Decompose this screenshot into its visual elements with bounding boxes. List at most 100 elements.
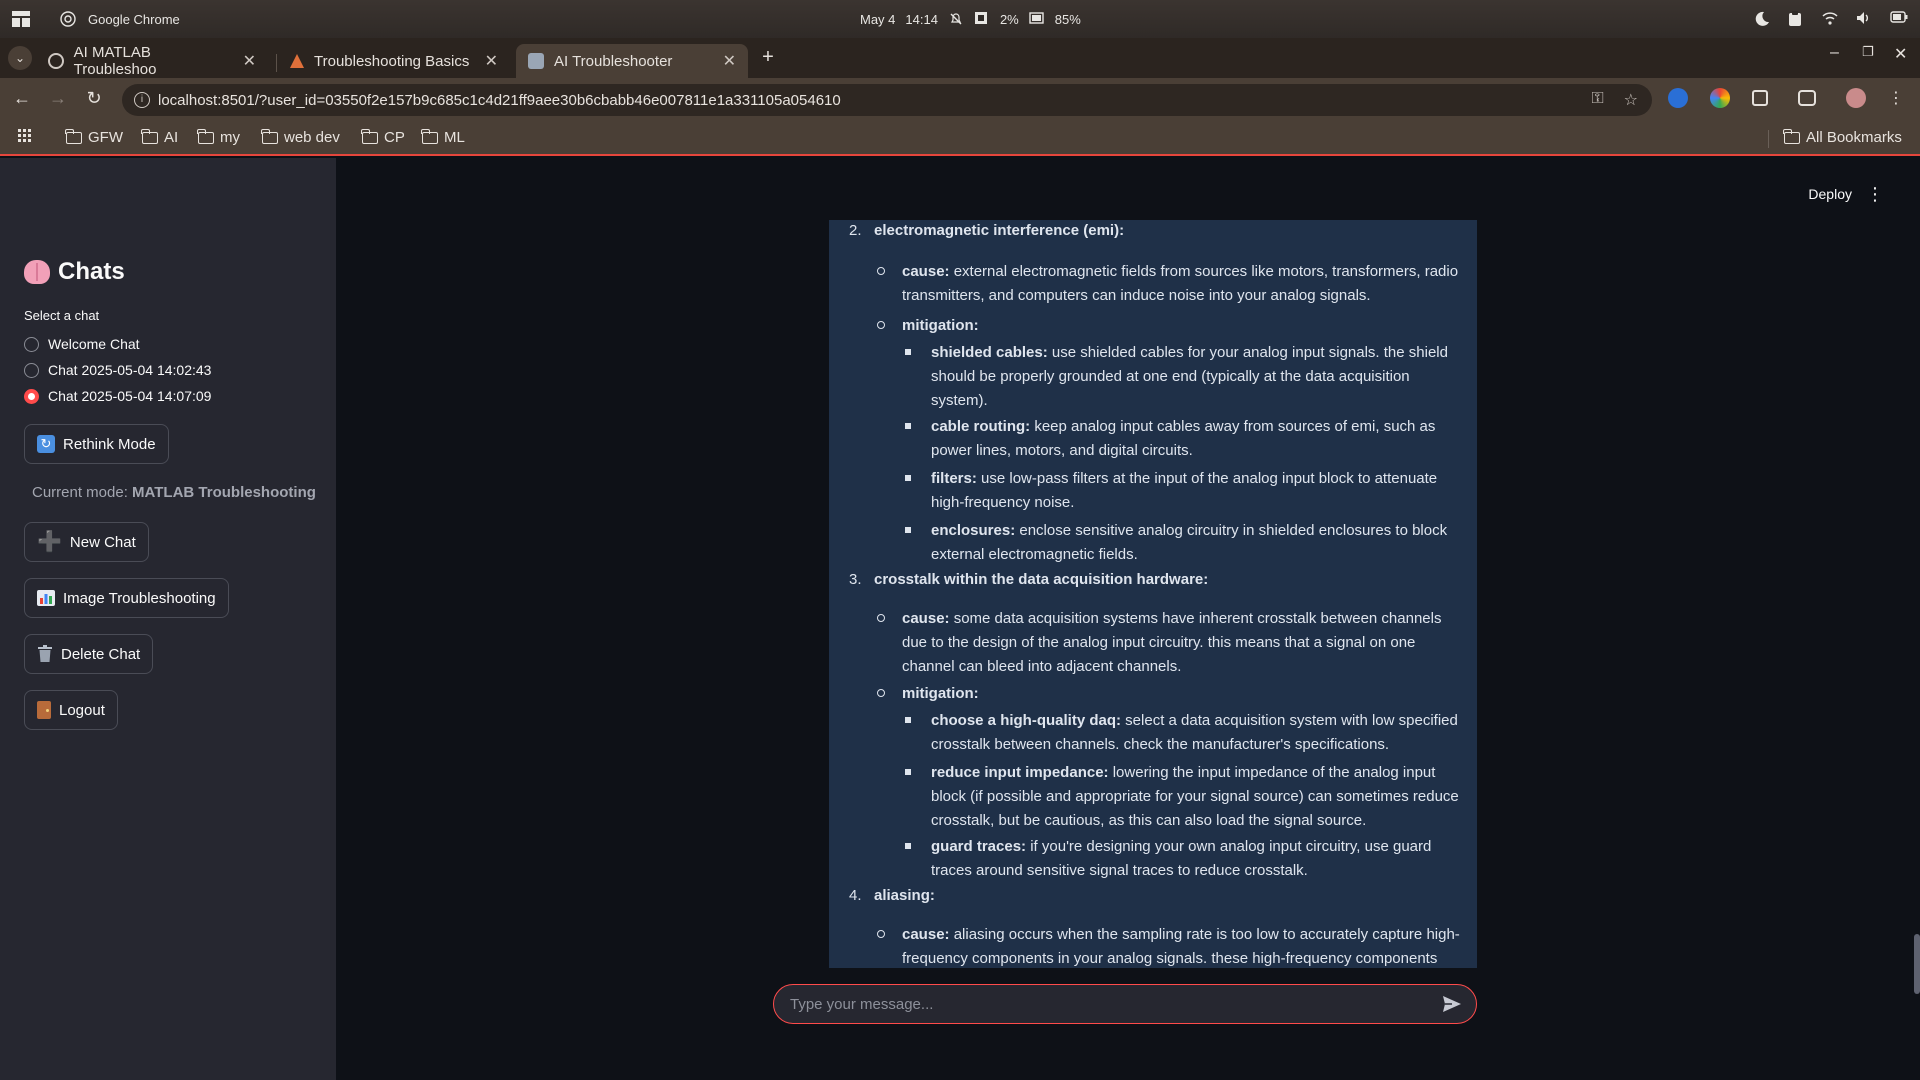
- bookmark-label: AI: [164, 129, 179, 146]
- circle-bullet-icon: [877, 321, 885, 329]
- tab-search-icon[interactable]: ⌄: [8, 46, 32, 70]
- folder-icon: [141, 128, 158, 144]
- clipboard-icon[interactable]: [1788, 11, 1804, 27]
- tab-troubleshooting-basics[interactable]: Troubleshooting Basics ✕: [278, 44, 510, 78]
- extensions-area: ⋮: [1668, 88, 1904, 108]
- robot-icon: [528, 53, 544, 69]
- circle-bullet-icon: [877, 689, 885, 697]
- bookmark-ai[interactable]: AI: [141, 128, 179, 146]
- media-cast-icon[interactable]: [1798, 90, 1816, 106]
- list-item: mitigation:: [902, 682, 1462, 706]
- item-text: keep analog input cables away from sourc…: [1030, 418, 1436, 435]
- address-bar[interactable]: i localhost:8501/?user_id=03550f2e157b9c…: [122, 84, 1652, 116]
- item-text: some data acquisition systems have inher…: [949, 610, 1442, 627]
- bookmark-gfw[interactable]: GFW: [65, 128, 123, 146]
- item-text: use shielded cables for your analog inpu…: [1047, 344, 1448, 361]
- delete-chat-button[interactable]: Delete Chat: [24, 634, 154, 674]
- radio-selected-icon[interactable]: [24, 388, 39, 404]
- list-item: cause: some data acquisition systems hav…: [902, 607, 1462, 631]
- logout-button[interactable]: Logout: [24, 690, 118, 730]
- brain-icon: [24, 260, 50, 284]
- night-mode-icon[interactable]: [1754, 11, 1770, 27]
- chat-option-welcome[interactable]: Welcome Chat: [24, 336, 140, 352]
- power-battery-icon[interactable]: [1890, 11, 1908, 27]
- bookmark-label: web dev: [284, 129, 340, 146]
- button-label: Delete Chat: [61, 645, 141, 663]
- browser-menu-icon[interactable]: ⋮: [1888, 88, 1904, 108]
- folder-icon: [361, 128, 378, 144]
- tab-ai-troubleshooter[interactable]: AI Troubleshooter ✕: [516, 44, 748, 78]
- list-item-continued: high-frequency noise.: [931, 494, 1075, 511]
- app-name[interactable]: Google Chrome: [88, 12, 180, 27]
- extension-color-icon[interactable]: [1710, 88, 1730, 108]
- tab-ai-matlab[interactable]: AI MATLAB Troubleshoo ✕: [36, 44, 268, 78]
- close-tab-icon[interactable]: ✕: [723, 51, 736, 71]
- radio-unselected-icon[interactable]: [24, 362, 39, 378]
- current-mode-value: MATLAB Troubleshooting: [132, 484, 316, 501]
- chat-option-2[interactable]: Chat 2025-05-04 14:07:09: [24, 388, 211, 404]
- section-heading: electromagnetic interference (emi):: [874, 222, 1125, 239]
- chat-input-container[interactable]: [773, 984, 1477, 1024]
- bookmark-cp[interactable]: CP: [361, 128, 405, 146]
- password-key-icon[interactable]: ⚿: [1591, 90, 1603, 110]
- close-tab-icon[interactable]: ✕: [243, 51, 256, 71]
- site-info-icon[interactable]: i: [134, 92, 150, 108]
- matlab-icon: [290, 54, 304, 68]
- bookmark-web-dev[interactable]: web dev: [261, 128, 340, 146]
- reload-icon[interactable]: ↻: [82, 88, 106, 109]
- battery-level: 85%: [1054, 11, 1081, 27]
- send-icon[interactable]: [1442, 995, 1462, 1013]
- deploy-button[interactable]: Deploy: [1808, 186, 1852, 202]
- activities-icon[interactable]: [12, 11, 30, 27]
- item-text: lowering the input impedance of the anal…: [1108, 764, 1436, 781]
- radio-unselected-icon[interactable]: [24, 336, 39, 352]
- item-text: select a data acquisition system with lo…: [1121, 712, 1458, 729]
- item-label: cause:: [902, 610, 950, 627]
- tab-label: AI Troubleshooter: [554, 52, 673, 70]
- rethink-mode-button[interactable]: ↻ Rethink Mode: [24, 424, 169, 464]
- all-bookmarks[interactable]: All Bookmarks: [1783, 128, 1902, 146]
- image-troubleshooting-button[interactable]: Image Troubleshooting: [24, 578, 229, 618]
- new-tab-icon[interactable]: +: [756, 46, 780, 69]
- list-number: 3.: [849, 571, 862, 588]
- folder-icon: [197, 128, 214, 144]
- list-item: cable routing: keep analog input cables …: [931, 415, 1477, 439]
- close-tab-icon[interactable]: ✕: [485, 51, 498, 71]
- bookmark-my[interactable]: my: [197, 128, 240, 146]
- extension-blue-icon[interactable]: [1668, 88, 1688, 108]
- chat-option-1[interactable]: Chat 2025-05-04 14:02:43: [24, 362, 211, 378]
- close-window-icon[interactable]: ✕: [1894, 44, 1907, 64]
- main-menu-icon[interactable]: ⋮: [1866, 184, 1884, 205]
- item-text: if you're designing your own analog inpu…: [1026, 838, 1432, 855]
- extensions-puzzle-icon[interactable]: [1752, 90, 1768, 106]
- back-icon[interactable]: ←: [10, 88, 34, 109]
- date[interactable]: May 4: [860, 12, 895, 27]
- bookmark-label: ML: [444, 129, 465, 146]
- wifi-icon[interactable]: [1822, 11, 1838, 27]
- minimize-icon[interactable]: –: [1830, 44, 1839, 62]
- time[interactable]: 14:14: [905, 12, 938, 27]
- item-label: filters:: [931, 470, 977, 487]
- apps-grid-icon[interactable]: [18, 129, 32, 143]
- url-text[interactable]: localhost:8501/?user_id=03550f2e157b9c68…: [158, 92, 841, 109]
- profile-avatar[interactable]: [1846, 88, 1866, 108]
- list-item-continued: channel can bleed into adjacent channels…: [902, 658, 1182, 675]
- list-item: shielded cables: use shielded cables for…: [931, 341, 1477, 365]
- item-label: shielded cables:: [931, 344, 1048, 361]
- restore-icon[interactable]: ❐: [1862, 44, 1874, 60]
- tab-label: Troubleshooting Basics: [314, 52, 470, 70]
- bookmark-star-icon[interactable]: ☆: [1624, 90, 1638, 110]
- bookmark-ml[interactable]: ML: [421, 128, 465, 146]
- plus-icon: ➕: [37, 531, 62, 553]
- button-label: Rethink Mode: [63, 435, 156, 453]
- forward-icon[interactable]: →: [46, 88, 70, 109]
- list-item: mitigation:: [902, 314, 1462, 338]
- item-text: aliasing occurs when the sampling rate i…: [949, 926, 1460, 943]
- section-heading: aliasing:: [874, 887, 935, 904]
- chat-input[interactable]: [790, 993, 1420, 1015]
- scrollbar[interactable]: [1914, 934, 1920, 994]
- volume-icon[interactable]: [1856, 11, 1872, 27]
- button-label: Image Troubleshooting: [63, 589, 216, 607]
- new-chat-button[interactable]: ➕ New Chat: [24, 522, 149, 562]
- circle-bullet-icon: [877, 267, 885, 275]
